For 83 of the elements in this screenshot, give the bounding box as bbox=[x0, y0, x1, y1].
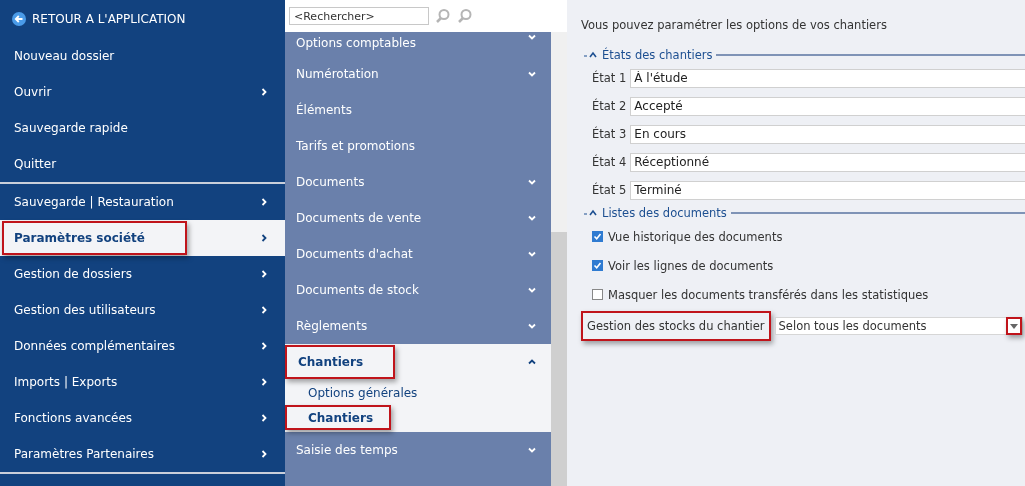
menu-item[interactable]: Nouveau dossier bbox=[0, 38, 285, 74]
chevron-right-icon bbox=[259, 269, 269, 279]
field-label: État 3 bbox=[592, 127, 627, 141]
chevron-down-icon bbox=[527, 285, 537, 295]
chevron-down-icon bbox=[527, 32, 537, 42]
field-label: État 2 bbox=[592, 99, 627, 113]
input-field[interactable]: Réceptionné bbox=[630, 152, 1025, 172]
nav-subitem[interactable]: Chantiers bbox=[285, 405, 392, 430]
nav-item[interactable]: Numérotation bbox=[285, 56, 551, 92]
menu-item-label: Gestion des utilisateurs bbox=[13, 302, 157, 319]
chevron-right-icon bbox=[259, 87, 269, 97]
menu-item-label: Nouveau dossier bbox=[13, 48, 116, 65]
nav-item[interactable]: Éléments bbox=[285, 92, 551, 128]
nav-item[interactable]: Documents de vente bbox=[285, 200, 551, 236]
nav-item[interactable]: Documents bbox=[285, 164, 551, 200]
chevron-down-icon bbox=[527, 69, 537, 79]
input-field[interactable]: À l'étude bbox=[630, 68, 1025, 88]
section-title: États des chantiers bbox=[602, 48, 713, 62]
nav-item[interactable]: Tarifs et promotions bbox=[285, 128, 551, 164]
chevron-down-icon bbox=[527, 321, 537, 331]
nav-item[interactable]: Règlements bbox=[285, 308, 551, 344]
field-label: État 1 bbox=[592, 71, 627, 85]
menu-item[interactable]: Données complémentaires bbox=[0, 328, 285, 364]
nav-item[interactable]: Documents de stock bbox=[285, 272, 551, 308]
input-field[interactable]: Terminé bbox=[630, 180, 1025, 200]
nav-item[interactable]: Chantiers bbox=[285, 344, 551, 380]
collapse-icon[interactable] bbox=[584, 209, 598, 217]
menu-item-label: Ouvrir bbox=[13, 84, 53, 101]
checkbox-label: Masquer les documents transférés dans les statistiques bbox=[608, 287, 929, 302]
nav-item[interactable]: Saisie des temps bbox=[285, 432, 551, 468]
chevron-right-icon bbox=[259, 305, 269, 315]
back-arrow-icon bbox=[12, 12, 26, 26]
menu-item-label: Gestion de dossiers bbox=[13, 266, 133, 283]
chevron-right-icon bbox=[259, 377, 269, 387]
scrollbar[interactable] bbox=[551, 32, 567, 486]
nav-item[interactable]: Documents d'achat bbox=[285, 236, 551, 272]
menu-item-label: Sauvegarde | Restauration bbox=[13, 194, 175, 211]
input-field[interactable]: Accepté bbox=[630, 96, 1025, 116]
menu-item[interactable]: Fonctions avancées bbox=[0, 400, 285, 436]
input-field[interactable]: En cours bbox=[630, 124, 1025, 144]
back-button[interactable]: RETOUR A L'APPLICATION bbox=[0, 0, 285, 38]
menu-item[interactable]: Imports | Exports bbox=[0, 364, 285, 400]
chevron-right-icon bbox=[259, 197, 269, 207]
chevron-right-icon bbox=[259, 413, 269, 423]
menu-item[interactable]: Quitter bbox=[0, 146, 285, 182]
chevron-down-icon bbox=[527, 249, 537, 259]
nav-item[interactable]: Options comptables bbox=[285, 32, 551, 56]
checkbox-label: Vue historique des documents bbox=[608, 229, 783, 244]
chevron-up-icon bbox=[527, 357, 537, 367]
menu-item-label: Sauvegarde rapide bbox=[13, 120, 129, 137]
menu-item-label: Imports | Exports bbox=[13, 374, 119, 391]
menu-item-label: Paramètres société bbox=[2, 221, 187, 255]
menu-item[interactable]: Gestion des utilisateurs bbox=[0, 292, 285, 328]
checkbox[interactable] bbox=[592, 260, 603, 271]
menu-item-label: Quitter bbox=[13, 156, 58, 173]
field-label: État 5 bbox=[592, 183, 627, 197]
search-field[interactable]: <Rechercher> bbox=[289, 7, 429, 25]
menu-item-label: Fonctions avancées bbox=[13, 410, 134, 427]
section-title: Listes des documents bbox=[602, 206, 727, 220]
checkbox[interactable] bbox=[592, 231, 603, 242]
dropdown[interactable]: Selon tous les documents bbox=[774, 317, 1023, 335]
chevron-down-icon bbox=[527, 177, 537, 187]
nav-item-label: Chantiers bbox=[285, 345, 396, 379]
checkbox-label: Voir les lignes de documents bbox=[608, 258, 774, 273]
nav-subitem[interactable]: Options générales bbox=[285, 380, 436, 405]
chevron-right-icon bbox=[259, 449, 269, 459]
chevron-down-icon bbox=[527, 213, 537, 223]
collapse-icon[interactable] bbox=[584, 51, 598, 59]
menu-item[interactable]: Ouvrir bbox=[0, 74, 285, 110]
chevron-right-icon bbox=[259, 341, 269, 351]
chevron-down-icon bbox=[527, 445, 537, 455]
intro-text: Vous pouvez paramétrer les options de vos chantiers bbox=[581, 18, 888, 32]
chevron-right-icon bbox=[259, 233, 269, 243]
menu-item[interactable]: Gestion de dossiers bbox=[0, 256, 285, 292]
menu-item[interactable]: Sauvegarde | Restauration bbox=[0, 184, 285, 220]
checkbox[interactable] bbox=[592, 289, 603, 300]
menu-item-label: Paramètres Partenaires bbox=[13, 446, 155, 463]
field-label: Gestion des stocks du chantier bbox=[581, 311, 771, 341]
menu-item[interactable]: Paramètres Partenaires bbox=[0, 436, 285, 472]
field-label: État 4 bbox=[592, 155, 627, 169]
menu-item-label: Données complémentaires bbox=[13, 338, 176, 355]
menu-item[interactable]: Paramètres société bbox=[0, 220, 285, 256]
menu-item[interactable]: Sauvegarde rapide bbox=[0, 110, 285, 146]
